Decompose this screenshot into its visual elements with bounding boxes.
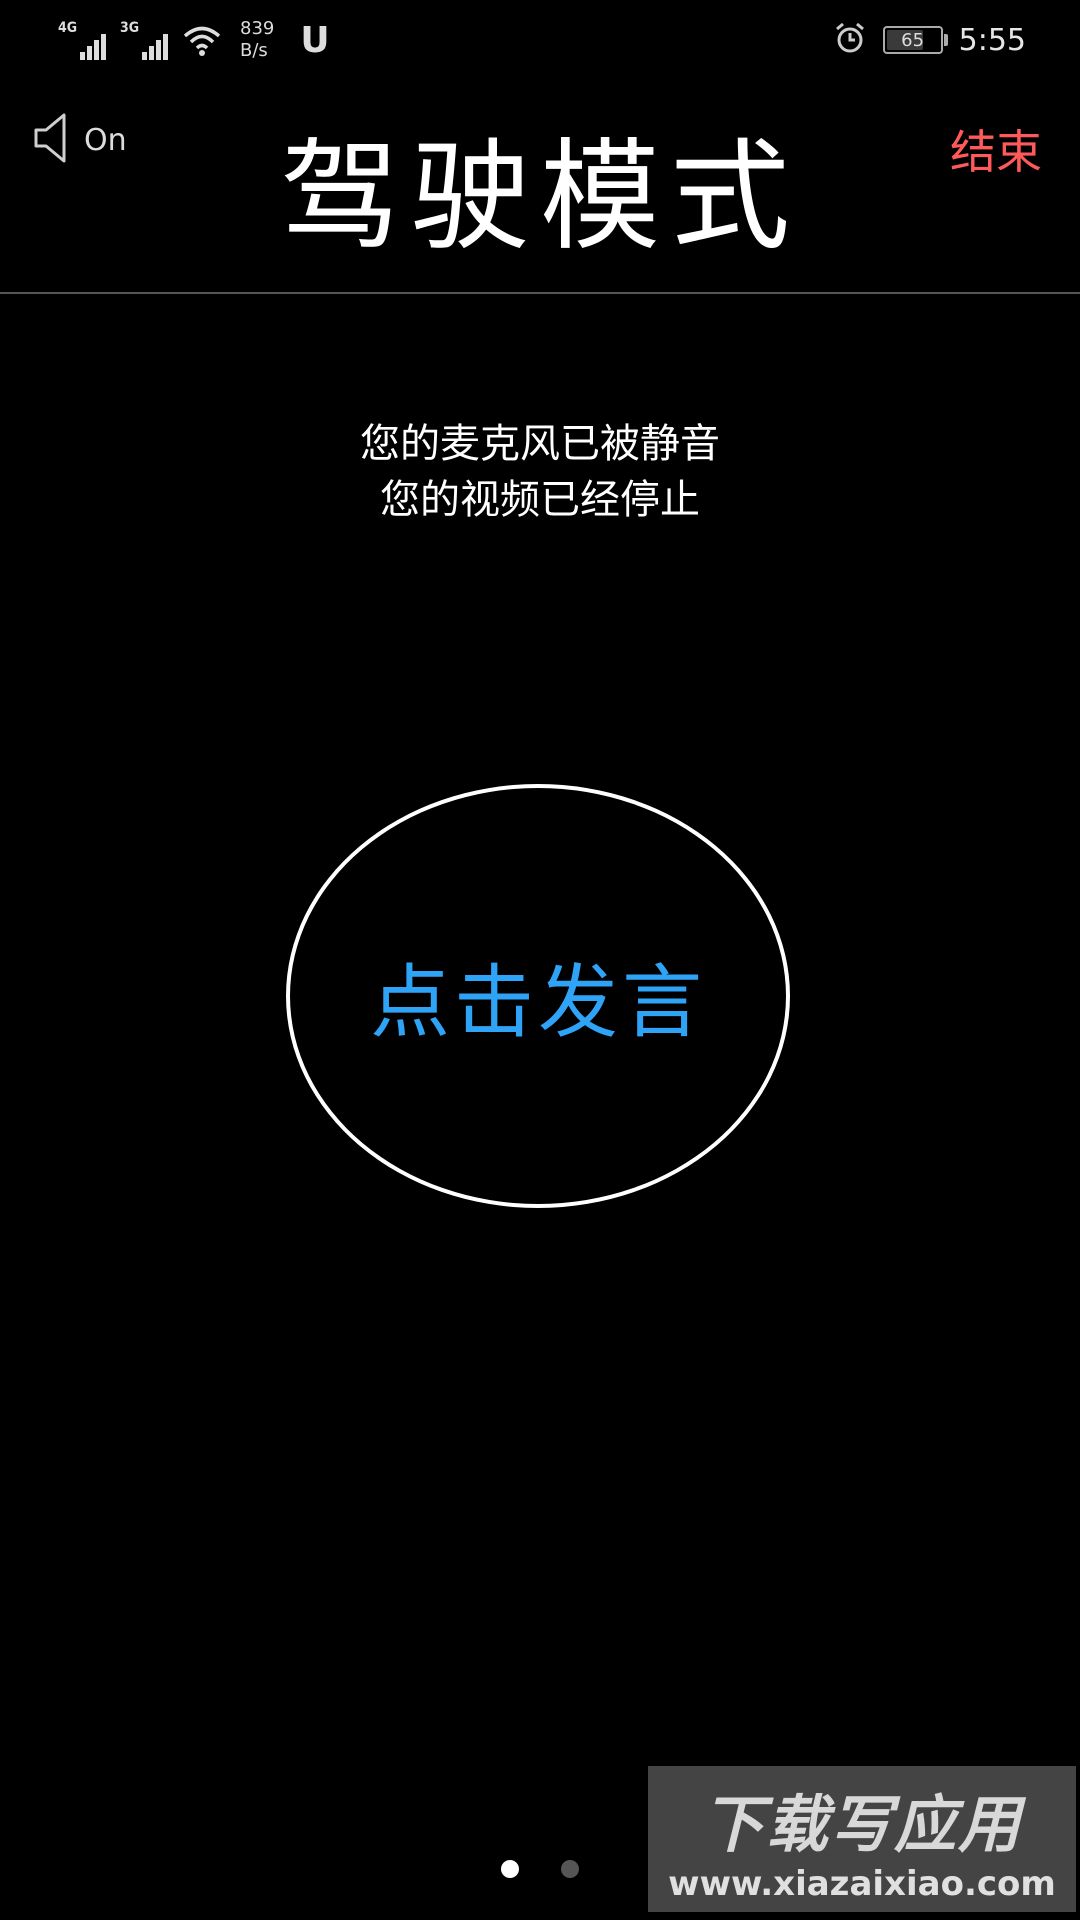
watermark-title: 下载写应用 <box>701 1788 1022 1861</box>
battery-level: 65 <box>901 29 925 51</box>
wifi-icon <box>182 23 222 57</box>
network-speed-unit: B/s <box>240 40 268 61</box>
status-bar: 4G 3G 839 B/s U 65 5:55 <box>0 0 1080 80</box>
video-stopped-message: 您的视频已经停止 <box>380 477 700 523</box>
watermark-url: www.xiazaixiao.com <box>668 1864 1056 1904</box>
signal-4g-icon: 4G <box>58 20 106 60</box>
network-speed: 839 B/s <box>240 18 274 62</box>
status-bar-left: 4G 3G 839 B/s U <box>58 12 330 68</box>
clock: 5:55 <box>958 22 1026 58</box>
tap-to-speak-label: 点击发言 <box>370 956 706 1049</box>
signal-4g-label: 4G <box>58 20 78 36</box>
signal-3g-icon: 3G <box>120 20 168 60</box>
page-dot-2[interactable] <box>561 1860 579 1878</box>
network-speed-value: 839 <box>240 18 275 39</box>
page-dot-1[interactable] <box>501 1860 519 1878</box>
alarm-icon <box>833 21 867 59</box>
header-divider <box>0 292 1080 294</box>
watermark: 下载写应用 www.xiazaixiao.com <box>648 1766 1076 1912</box>
page-title: 驾驶模式 <box>280 128 800 267</box>
app-notification-icon: U <box>300 19 330 61</box>
mic-muted-message: 您的麦克风已被静音 <box>360 421 720 467</box>
status-messages: 您的麦克风已被静音 您的视频已经停止 <box>0 416 1080 528</box>
status-bar-right: 65 5:55 <box>833 14 1026 66</box>
end-button[interactable]: 结束 <box>950 116 1042 182</box>
battery-icon: 65 <box>882 26 948 54</box>
signal-3g-label: 3G <box>120 20 140 36</box>
tap-to-speak-button[interactable]: 点击发言 <box>286 784 790 1208</box>
